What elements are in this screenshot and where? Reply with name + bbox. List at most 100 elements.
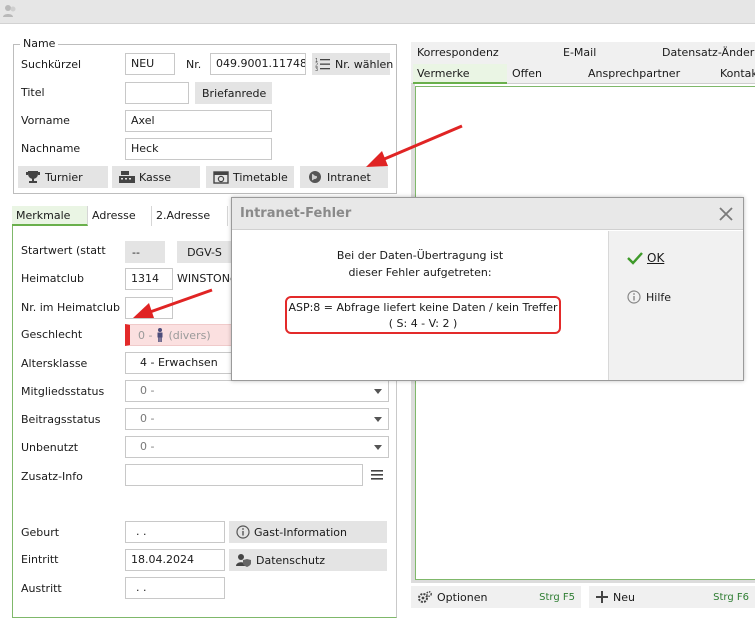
datenschutz-button[interactable]: Datenschutz [229, 549, 387, 571]
hilfe-label: Hilfe [646, 290, 672, 304]
trophy-icon [26, 171, 40, 183]
titel-input[interactable] [125, 82, 189, 104]
neu-button[interactable]: Neu Strg F6 [589, 586, 755, 608]
nr-heimatclub-label: Nr. im Heimatclub [21, 301, 120, 314]
unbenutzt-select[interactable]: 0 - [125, 436, 389, 458]
mitgliedsstatus-label: Mitgliedsstatus [21, 385, 105, 398]
nachname-input[interactable]: Heck [125, 138, 272, 160]
tab-kontakt[interactable]: Kontakt [716, 64, 755, 84]
info-icon [236, 525, 250, 539]
turnier-button[interactable]: Turnier [18, 166, 108, 188]
optionen-button[interactable]: Optionen Strg F5 [411, 586, 581, 608]
right-tab-row-2: Vermerke Offen Ansprechpartner Kontakt [411, 64, 755, 84]
ok-label: OK [647, 251, 665, 265]
startwert-field[interactable]: -- [125, 241, 165, 263]
heimatclub-label: Heimatclub [21, 272, 84, 285]
numbered-list-icon: 123 [315, 58, 330, 71]
user-shield-icon [236, 554, 251, 567]
tab-offen[interactable]: Offen [508, 64, 546, 84]
info-icon [627, 290, 641, 304]
gast-information-button[interactable]: Gast-Information [229, 521, 387, 543]
vorname-label: Vorname [21, 114, 70, 127]
kasse-button[interactable]: Kasse [112, 166, 200, 188]
tab-2-adresse[interactable]: 2.Adresse [152, 206, 228, 226]
timetable-label: Timetable [233, 170, 288, 184]
plus-icon [596, 591, 608, 603]
beitragsstatus-label: Beitragsstatus [21, 413, 101, 426]
tab-vermerke[interactable]: Vermerke [413, 64, 507, 84]
austritt-input[interactable]: . . [125, 577, 225, 599]
suchkuerzel-input[interactable]: NEU [125, 53, 175, 75]
checkmark-icon [627, 252, 643, 265]
user-icon [3, 5, 16, 17]
eintritt-input[interactable]: 18.04.2024 [125, 549, 225, 571]
neu-label: Neu [613, 590, 635, 604]
datenschutz-label: Datenschutz [256, 553, 326, 567]
geschlecht-label: Geschlecht [21, 328, 83, 341]
unbenutzt-value: 0 - [140, 440, 155, 453]
optionen-label: Optionen [437, 590, 488, 604]
nr-waehlen-button[interactable]: 123 Nr. wählen [312, 53, 394, 75]
nr-waehlen-label: Nr. wählen [335, 57, 394, 71]
person-icon [157, 328, 163, 342]
menu-icon[interactable] [370, 469, 384, 481]
geburt-input[interactable]: . . [125, 521, 225, 543]
zusatz-info-input[interactable] [125, 464, 363, 486]
startwert-label: Startwert (statt Hcp) [21, 244, 106, 258]
error-message-line-1: ASP:8 = Abfrage liefert keine Daten / ke… [288, 301, 558, 314]
geschlecht-value: 0 - [138, 328, 153, 342]
window-titlebar [0, 0, 755, 24]
tab-datensatz-aenderung[interactable]: Datensatz-Änderu [658, 43, 755, 63]
geburt-label: Geburt [21, 526, 60, 539]
tab-korrespondenz[interactable]: Korrespondenz [413, 43, 503, 63]
nr-heimatclub-input[interactable] [125, 297, 173, 319]
tab-merkmale[interactable]: Merkmale [12, 206, 88, 226]
dialog-message-line-1: Bei der Daten-Übertragung ist [336, 249, 504, 262]
optionen-shortcut: Strg F5 [539, 591, 575, 603]
gears-icon [418, 591, 432, 603]
heimatclub-name: WINSTONg [177, 272, 237, 285]
nr-input[interactable]: 049.9001.117488 [210, 53, 306, 75]
mitgliedsstatus-select[interactable]: 0 - [125, 380, 389, 402]
geschlecht-hint: (divers) [168, 328, 211, 342]
tab-adresse[interactable]: Adresse [88, 206, 152, 226]
mitgliedsstatus-value: 0 - [140, 384, 155, 397]
hilfe-button[interactable]: Hilfe [627, 290, 671, 304]
intranet-button[interactable]: Intranet [300, 166, 388, 188]
cash-register-icon [119, 171, 135, 183]
unbenutzt-label: Unbenutzt [21, 441, 79, 454]
chevron-down-icon [374, 389, 382, 394]
dgv-button[interactable]: DGV-S [177, 241, 232, 263]
zusatz-info-label: Zusatz-Info [21, 470, 83, 483]
dialog-button-panel: OK Hilfe [608, 231, 743, 380]
altersklasse-label: Altersklasse [21, 357, 88, 370]
svg-text:3: 3 [315, 67, 318, 71]
vorname-input[interactable]: Axel [125, 110, 272, 132]
nr-label: Nr. [186, 58, 202, 71]
suchkuerzel-label: Suchkürzel [21, 58, 82, 71]
right-tab-row-1: Korrespondenz E-Mail Datensatz-Änderu [411, 42, 755, 64]
eintritt-label: Eintritt [21, 553, 59, 566]
altersklasse-select[interactable]: 4 - Erwachsen [125, 352, 233, 374]
tab-ansprechpartner[interactable]: Ansprechpartner [584, 64, 684, 84]
briefanrede-button[interactable]: Briefanrede [195, 82, 272, 104]
error-message-box: ASP:8 = Abfrage liefert keine Daten / ke… [285, 296, 561, 334]
dialog-titlebar: Intranet-Fehler [232, 198, 743, 230]
timetable-button[interactable]: Timetable [206, 166, 294, 188]
nachname-label: Nachname [21, 142, 81, 155]
austritt-label: Austritt [21, 582, 62, 595]
intranet-label: Intranet [327, 170, 371, 184]
briefanrede-label: Briefanrede [202, 86, 267, 100]
ok-button[interactable]: OK [627, 251, 664, 265]
dialog-title: Intranet-Fehler [240, 206, 352, 221]
close-icon[interactable] [718, 206, 734, 222]
beitragsstatus-value: 0 - [140, 412, 155, 425]
turnier-label: Turnier [45, 170, 83, 184]
calendar-clock-icon [213, 171, 229, 184]
heimatclub-input[interactable]: 1314 [125, 268, 173, 290]
error-message-line-2: ( S: 4 - V: 2 ) [388, 317, 458, 330]
beitragsstatus-select[interactable]: 0 - [125, 408, 389, 430]
tab-email[interactable]: E-Mail [559, 43, 600, 63]
gast-information-label: Gast-Information [254, 525, 347, 539]
geschlecht-select[interactable]: 0 - (divers) [125, 324, 233, 346]
